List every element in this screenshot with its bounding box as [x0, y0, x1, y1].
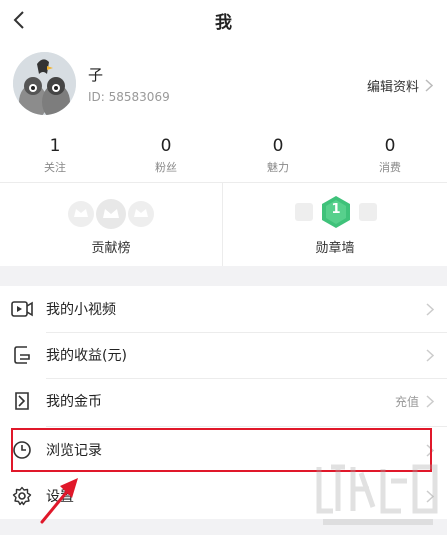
edit-profile-label: 编辑资料	[366, 80, 419, 95]
section-gap	[0, 266, 447, 286]
stat-label: 消费	[379, 161, 401, 174]
stat-value: 0	[272, 136, 284, 156]
penguin-avatar-icon	[13, 52, 76, 115]
medal-wall[interactable]: 1 勋章墙	[223, 183, 447, 266]
menu-item-label: 我的收益(元)	[46, 348, 127, 364]
avatar[interactable]	[13, 52, 76, 115]
edit-profile-button[interactable]: 编辑资料	[367, 76, 433, 95]
coin-book-icon	[11, 390, 33, 412]
stat-label: 粉丝	[155, 161, 177, 174]
stat-label: 关注	[44, 161, 66, 174]
contribution-ranking[interactable]: 贡献榜	[0, 183, 222, 266]
menu-item-label: 我的金币	[46, 394, 102, 410]
stat-charm[interactable]: 0 魅力	[223, 135, 333, 175]
user-id: ID: 58583069	[88, 90, 170, 104]
wallet-icon	[11, 344, 33, 366]
username: 子	[88, 66, 104, 84]
video-icon	[11, 298, 33, 320]
watermark-logo-icon	[316, 464, 438, 525]
chevron-right-icon	[425, 79, 433, 92]
chevron-right-icon	[425, 394, 435, 408]
chevron-right-icon	[425, 302, 435, 316]
stat-following[interactable]: 1 关注	[0, 135, 110, 175]
gear-icon	[11, 485, 33, 507]
crown-badges-icon	[68, 199, 154, 229]
recharge-link[interactable]: 充值	[395, 393, 419, 410]
stat-value: 0	[160, 136, 172, 156]
medal-count: 1	[331, 202, 341, 217]
menu-item-label: 我的小视频	[46, 302, 116, 318]
stat-fans[interactable]: 0 粉丝	[111, 135, 221, 175]
stat-value: 0	[384, 136, 396, 156]
stat-label: 魅力	[267, 161, 289, 174]
stat-value: 1	[49, 136, 61, 156]
menu-item-my-videos[interactable]: 我的小视频	[0, 286, 447, 332]
page-title: 我	[215, 13, 232, 33]
badge-label: 勋章墙	[315, 241, 355, 256]
menu-item-my-earnings[interactable]: 我的收益(元)	[0, 332, 447, 378]
stat-spending[interactable]: 0 消费	[335, 135, 445, 175]
chevron-right-icon	[425, 348, 435, 362]
menu-item-my-coins[interactable]: 我的金币 充值	[0, 378, 447, 424]
pointer-arrow-icon	[40, 478, 78, 524]
badge-label: 贡献榜	[91, 241, 131, 256]
